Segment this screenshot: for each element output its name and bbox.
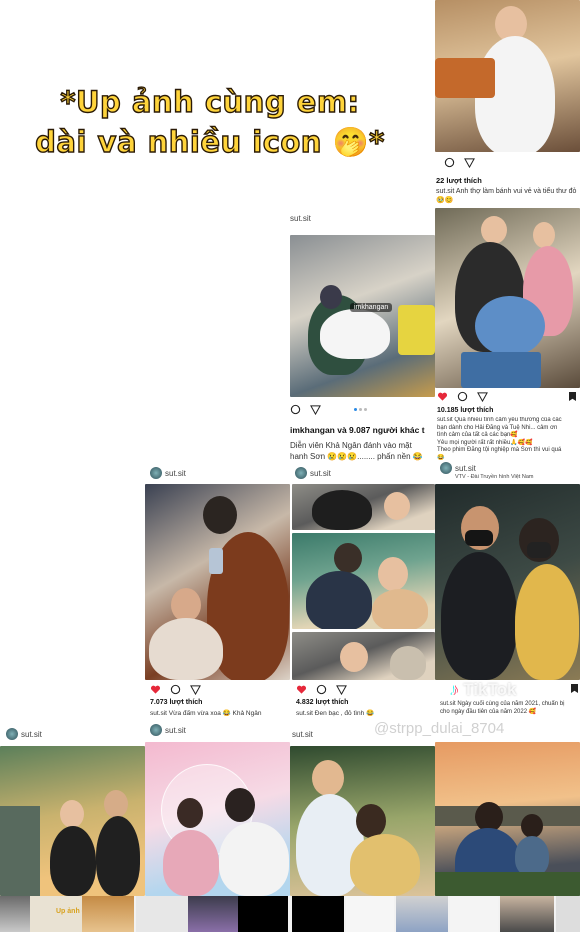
post-handle: sut.sit [150,467,186,479]
likes-count: 4.832 lượt thích [296,699,349,706]
post-photo-chair[interactable]: imkhangan [290,235,435,397]
comment-icon[interactable] [457,391,468,402]
tiktok-logo-icon: ♪ [450,680,459,699]
video-title-caption: *Up ảnh cùng em: dài và nhiều icon 🤭* [30,82,390,162]
post-photo-mirror-selfie[interactable] [145,484,290,680]
post-actions [437,391,488,402]
share-icon[interactable] [190,684,201,695]
share-icon[interactable] [477,391,488,402]
post-photo-panel-2[interactable] [292,533,435,629]
avatar[interactable] [295,467,307,479]
likes-count: 7.073 lượt thích [150,699,203,706]
timeline-thumb-12[interactable] [556,896,580,932]
title-line-2: dài và nhiều icon 🤭* [34,124,385,159]
timeline-thumb-6[interactable] [238,896,288,932]
timeline-thumb-3[interactable] [82,896,134,932]
post-handle: sut.sit [290,214,311,223]
timeline-thumb-4[interactable] [136,896,188,932]
post-caption: sut.sit Ngày cuối cùng của năm 2021, chu… [440,701,565,715]
post-caption: sut.sit Quá nhiều tình cảm yêu thương củ… [437,417,562,461]
post-subhandle: VTV - Đài Truyền hình Việt Nam [455,474,534,480]
timeline-thumb-8[interactable] [346,896,394,932]
post-photo-street[interactable] [0,746,145,896]
post-photo-sunset-couple[interactable] [290,746,435,896]
post-photo-chef[interactable] [435,0,580,152]
comment-icon[interactable] [170,684,181,695]
share-icon[interactable] [336,684,347,695]
avatar[interactable] [150,724,162,736]
share-icon[interactable] [310,404,321,415]
bookmark-icon[interactable] [569,392,576,401]
post-actions [150,684,201,695]
timeline-thumb-9[interactable] [396,896,448,932]
timeline-thumb-1[interactable] [0,896,30,932]
likes-count: 10.185 lượt thích [437,407,494,414]
post-handle: sut.sit [292,730,313,739]
comment-icon[interactable] [316,684,327,695]
timeline-thumb-11[interactable] [500,896,554,932]
share-icon[interactable] [464,157,475,168]
comment-icon[interactable] [444,157,455,168]
heart-icon[interactable] [296,684,307,695]
post-handle: sut.sit VTV - Đài Truyền hình Việt Nam [440,462,533,480]
tiktok-watermark: ♪ TikTok [450,680,517,699]
post-photo-flowers[interactable] [435,208,580,388]
avatar[interactable] [6,728,18,740]
post-caption: sut.sit Anh thợ làm bánh vui vẻ và tiểu … [436,188,577,204]
heart-icon[interactable] [437,391,448,402]
timeline-thumb-5[interactable] [188,896,238,932]
post-actions [290,404,321,415]
post-actions [296,684,347,695]
likes-count: 22 lượt thích [436,176,482,185]
comment-icon[interactable] [290,404,301,415]
photo-user-tag[interactable]: imkhangan [350,303,393,312]
post-caption: sut.sit Vừa đấm vừa xoa 😂 Khả Ngân [150,710,262,717]
bookmark-icon[interactable] [571,684,578,693]
post-photo-bubble[interactable] [145,742,290,896]
post-photo-masks[interactable] [435,484,580,680]
post-caption: Diễn viên Khả Ngân đánh vào mặt hanh Sơn … [290,441,423,461]
post-caption: sut.sit Đen bạc , đỏ tình 😂 [296,710,375,717]
avatar[interactable] [150,467,162,479]
tiktok-handle-watermark: @strpp_dulai_8704 [374,720,505,737]
post-photo-lake-sunset[interactable] [435,742,580,896]
title-line-1: *Up ảnh cùng em: [60,84,360,119]
post-handle: sut.sit [6,728,42,740]
timeline-thumb-7[interactable] [292,896,344,932]
avatar[interactable] [440,462,452,474]
liked-by: imkhangan và 9.087 người khác t [290,425,425,435]
post-handle: sut.sit [295,467,331,479]
post-actions [444,157,475,168]
timeline-thumb-10[interactable] [450,896,498,932]
post-photo-panel-1[interactable] [292,484,435,530]
heart-icon[interactable] [150,684,161,695]
post-handle: sut.sit [150,724,186,736]
carousel-dots [354,408,367,411]
post-photo-panel-3[interactable] [292,632,435,680]
